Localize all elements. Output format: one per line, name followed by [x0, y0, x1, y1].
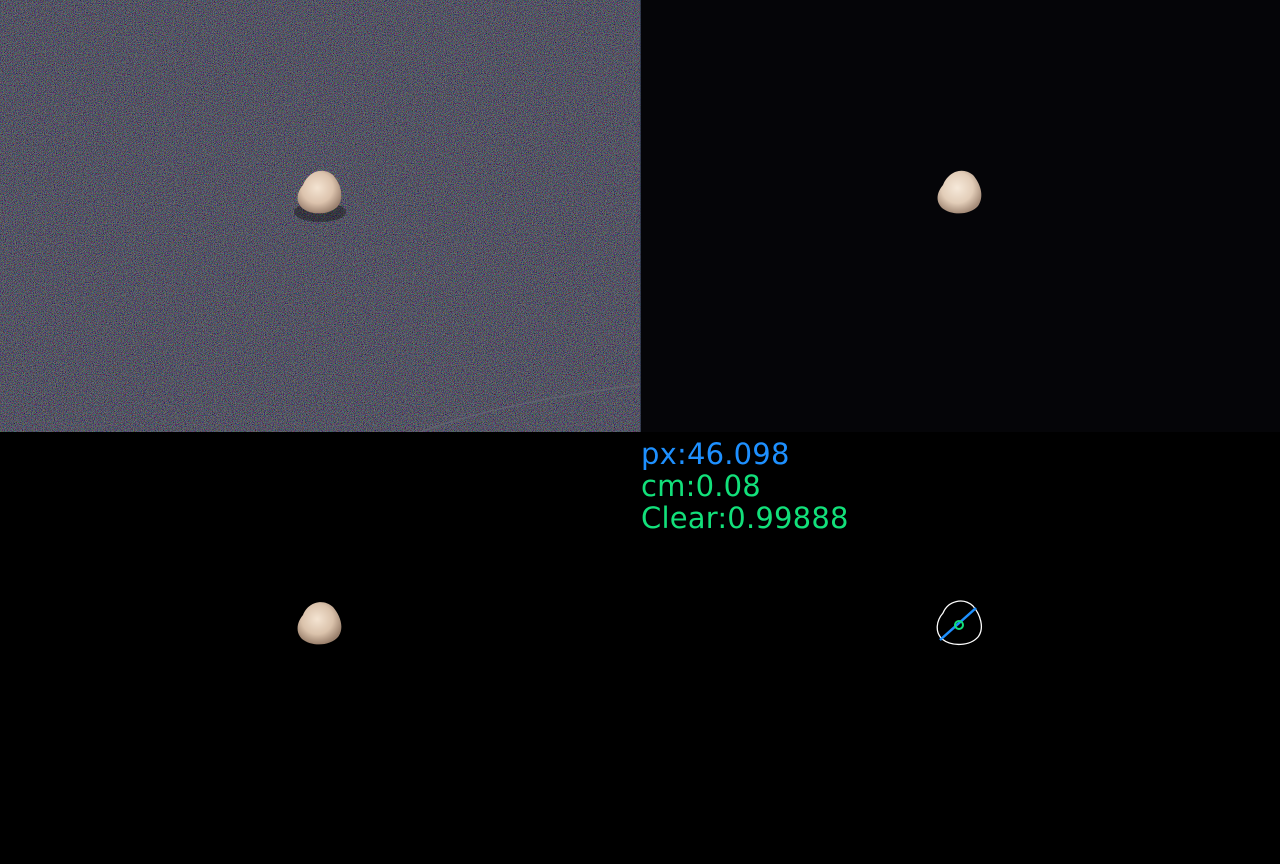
- stone-enhanced-shape: [937, 170, 982, 214]
- diameter-axis-line: [939, 607, 977, 641]
- segmented-object: [297, 602, 342, 645]
- segmented-object-panel: [0, 432, 640, 864]
- stone-segmented: [297, 602, 342, 645]
- original-photo: [0, 0, 640, 432]
- measurement-overlay: [936, 600, 982, 646]
- enhanced-photo: [640, 0, 982, 432]
- measurement-panel: px:46.098 cm:0.08 Clear:0.99888: [640, 432, 1280, 864]
- original-photo-panel: [0, 0, 640, 432]
- enhanced-photo-panel: [640, 0, 1280, 432]
